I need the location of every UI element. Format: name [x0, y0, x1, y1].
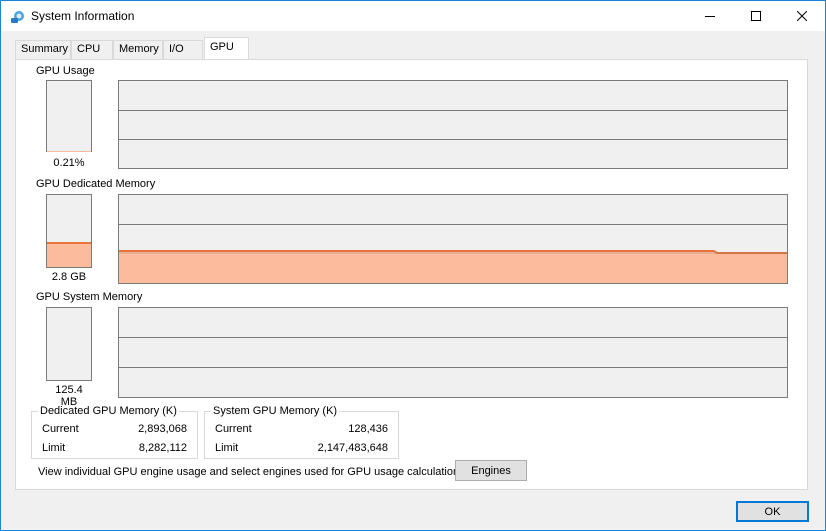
system-limit-value: 2,147,483,648	[317, 442, 388, 454]
dedicated-gpu-memory-group: Dedicated GPU Memory (K) Current 2,893,0…	[31, 405, 198, 459]
tab-label: I/O	[169, 43, 184, 55]
gpu-usage-meter	[46, 80, 92, 152]
tab-label: Memory	[119, 43, 159, 55]
history-area	[119, 251, 787, 283]
app-icon	[10, 9, 26, 25]
tab-cpu[interactable]: CPU	[71, 40, 113, 59]
gpu-usage-graph	[118, 80, 788, 169]
group-title: System GPU Memory (K)	[211, 405, 340, 417]
gpu-system-memory-label: GPU System Memory	[36, 291, 143, 303]
gpu-dedicated-memory-label: GPU Dedicated Memory	[36, 178, 156, 190]
tab-io[interactable]: I/O	[163, 40, 203, 59]
close-button[interactable]	[779, 1, 825, 31]
window-title: System Information	[31, 9, 135, 23]
current-label: Current	[215, 423, 252, 435]
current-label: Current	[42, 423, 79, 435]
gridline	[119, 139, 787, 140]
gpu-system-memory-meter	[46, 307, 92, 381]
tab-label: GPU	[210, 41, 234, 53]
dedicated-limit-value: 8,282,112	[138, 442, 187, 454]
gpu-tab-panel: GPU Usage 0.21% GPU Dedicated Memory 2.8…	[15, 59, 808, 490]
gpu-system-memory-graph	[118, 307, 788, 398]
tab-summary[interactable]: Summary	[15, 40, 71, 59]
gpu-dedicated-memory-value: 2.8 GB	[51, 271, 87, 283]
tab-label: CPU	[77, 43, 101, 55]
dedicated-current-value: 2,893,068	[138, 423, 187, 435]
limit-label: Limit	[215, 442, 239, 454]
system-gpu-memory-group: System GPU Memory (K) Current 128,436 Li…	[204, 405, 399, 459]
gridline	[119, 367, 787, 368]
group-title: Dedicated GPU Memory (K)	[38, 405, 179, 417]
engines-description: View individual GPU engine usage and sel…	[38, 466, 468, 478]
maximize-button[interactable]	[733, 1, 779, 31]
gridline	[119, 337, 787, 338]
close-icon	[797, 11, 807, 21]
gpu-usage-value: 0.21%	[53, 157, 85, 169]
minimize-icon	[705, 16, 715, 17]
tab-memory[interactable]: Memory	[113, 40, 163, 59]
gpu-dedicated-memory-graph	[118, 194, 788, 284]
limit-label: Limit	[42, 442, 66, 454]
maximize-icon	[751, 11, 761, 21]
dedicated-memory-history	[119, 250, 787, 283]
ok-button[interactable]: OK	[736, 501, 809, 522]
tab-label: Summary	[21, 43, 69, 55]
system-information-window: System Information Summary CPU Memory I/…	[0, 0, 826, 531]
tab-gpu[interactable]: GPU	[204, 37, 249, 59]
gridline	[119, 110, 787, 111]
gpu-usage-label: GPU Usage	[36, 65, 95, 77]
title-bar[interactable]: System Information	[1, 1, 825, 31]
system-current-value: 128,436	[348, 423, 388, 435]
minimize-button[interactable]	[687, 1, 733, 31]
gpu-dedicated-memory-meter	[46, 194, 92, 268]
engines-button[interactable]: Engines	[455, 460, 527, 481]
